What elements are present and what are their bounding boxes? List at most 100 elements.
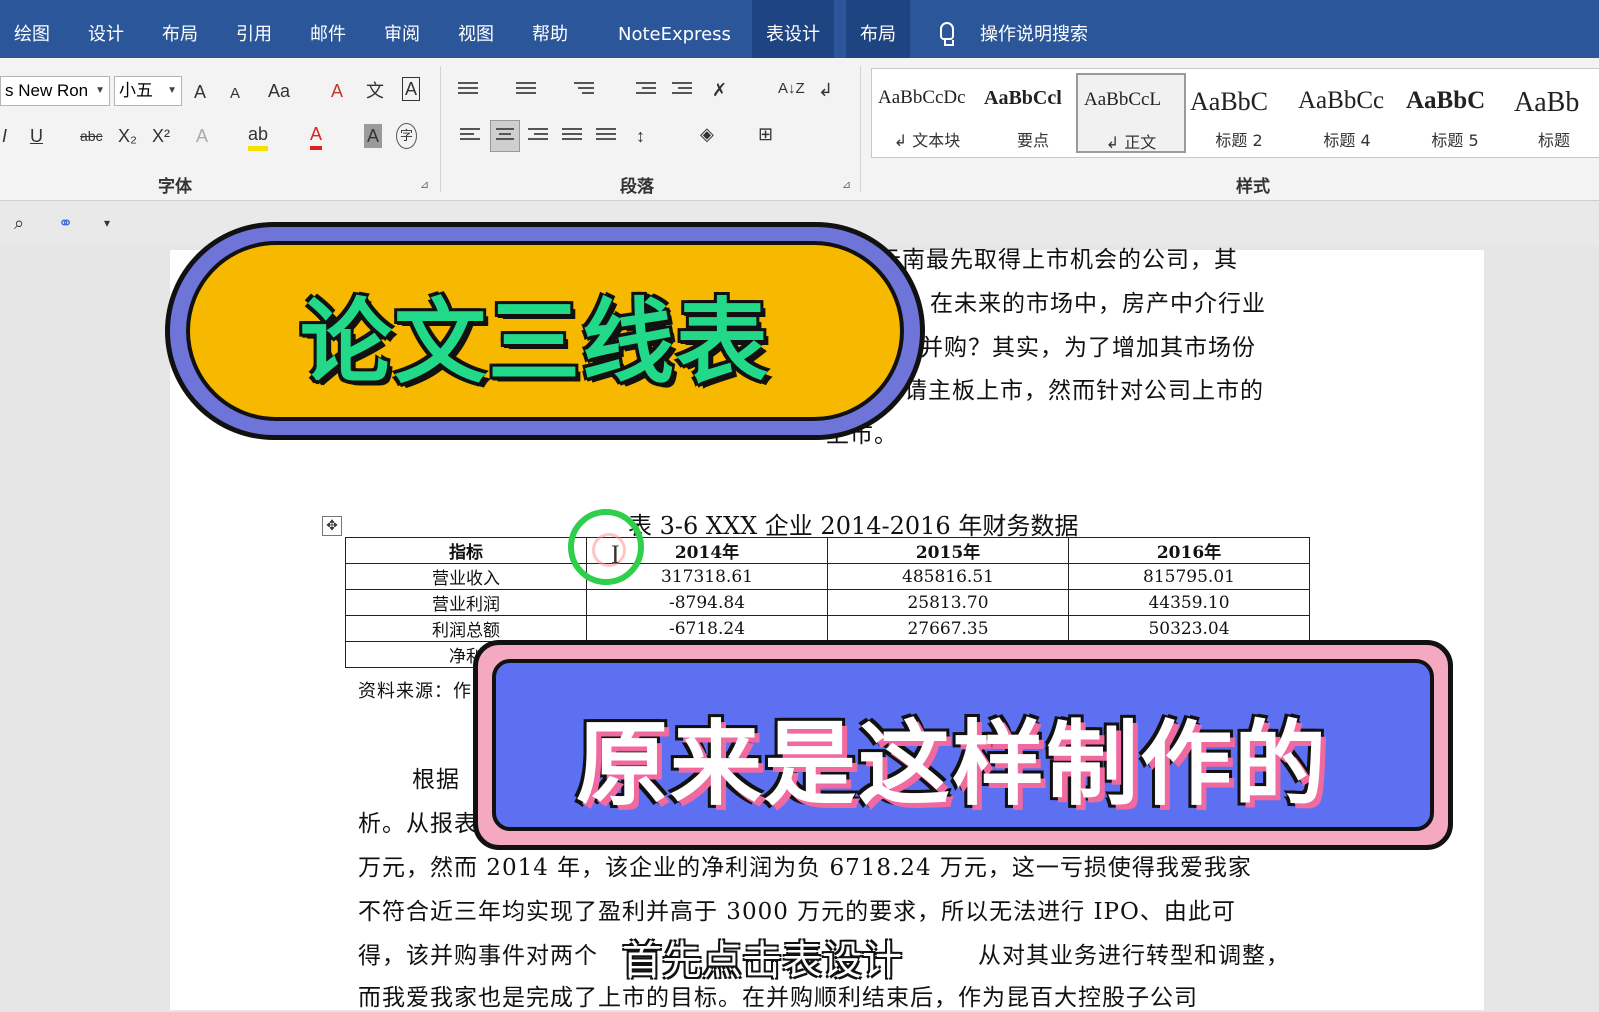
style-item[interactable]: AaBbC 标题 2 — [1184, 73, 1294, 153]
style-name: 标题 4 — [1323, 131, 1371, 150]
video-caption: 首先点击表设计 — [622, 938, 902, 984]
body-line: 并购？其实，为了增加其市场份 — [920, 335, 1256, 361]
ribbon-tab-bar: 绘图 设计 布局 引用 邮件 审阅 视图 帮助 NoteExpress 表设计 … — [0, 0, 1599, 58]
line-spacing-icon[interactable]: ↕ — [636, 124, 645, 148]
table-cell[interactable]: 营业利润 — [345, 589, 587, 616]
bullets-icon[interactable] — [458, 82, 478, 98]
table-cell[interactable]: 25813.70 — [827, 589, 1069, 616]
tab-table-design[interactable]: 表设计 — [752, 0, 834, 58]
style-name: 要点 — [1016, 131, 1049, 150]
table-row: 营业收入 317318.61 485816.51 815795.01 — [345, 563, 1310, 590]
tab-noteexpress[interactable]: NoteExpress — [618, 0, 731, 58]
justify-icon[interactable] — [562, 128, 582, 144]
borders-icon[interactable]: ⊞ — [758, 122, 773, 146]
style-name: 标题 — [1537, 131, 1570, 150]
font-name-value: s New Ron — [5, 81, 89, 100]
table-cell[interactable]: 利润总额 — [345, 615, 587, 642]
table-cell[interactable]: 营业收入 — [345, 563, 587, 590]
table-move-handle-icon[interactable]: ✥ — [322, 516, 342, 536]
style-name: 标题 2 — [1215, 131, 1263, 150]
tab-references[interactable]: 引用 — [236, 0, 272, 58]
style-item[interactable]: AaBb 标题 — [1508, 73, 1599, 153]
lightbulb-icon — [940, 22, 954, 46]
align-left-icon[interactable] — [460, 128, 480, 144]
font-name-select[interactable]: s New Ron ▼ — [0, 76, 110, 106]
style-sample: AaBbC — [1406, 87, 1486, 114]
style-item[interactable]: AaBbCc 标题 4 — [1292, 73, 1402, 153]
table-header-cell[interactable]: 2016年 — [1068, 537, 1310, 564]
style-item[interactable]: AaBbCcl 要点 — [978, 73, 1088, 153]
table-cell[interactable]: 815795.01 — [1068, 563, 1310, 590]
increase-indent-icon[interactable] — [672, 82, 692, 98]
font-group-label: 字体 — [158, 177, 192, 197]
character-shading-button[interactable]: A — [364, 124, 383, 148]
overlay-title: 论文三线表 — [300, 289, 771, 396]
align-center-icon[interactable] — [490, 120, 520, 152]
customize-toolbar-icon[interactable]: ▾ — [104, 211, 110, 235]
chevron-down-icon: ▼ — [95, 85, 105, 96]
tab-view[interactable]: 视图 — [458, 0, 494, 58]
style-item[interactable]: AaBbC 标题 5 — [1400, 73, 1510, 153]
chinese-layout-icon[interactable]: ✗ — [712, 78, 727, 102]
sort-button[interactable]: A↓Z — [778, 77, 805, 101]
click-highlight-circle — [568, 509, 644, 585]
underline-button[interactable]: U — [30, 124, 43, 148]
superscript-button[interactable]: X² — [152, 124, 170, 148]
decrease-indent-icon[interactable] — [636, 82, 656, 98]
tab-mailings[interactable]: 邮件 — [310, 0, 346, 58]
tab-draw[interactable]: 绘图 — [14, 0, 50, 58]
collaborate-icon[interactable]: ⚭ — [58, 211, 73, 235]
style-item[interactable]: AaBbCcL ↲ 正文 — [1076, 73, 1186, 153]
tab-help[interactable]: 帮助 — [532, 0, 568, 58]
table-header-cell[interactable]: 指标 — [345, 537, 587, 564]
enclose-characters-button[interactable]: 字 — [396, 123, 418, 149]
shading-icon[interactable]: ◈ — [700, 122, 714, 146]
source-note: 资料来源：作 — [358, 681, 472, 702]
tell-me-search[interactable]: 操作说明搜索 — [980, 0, 1088, 58]
table-cell[interactable]: 485816.51 — [827, 563, 1069, 590]
style-sample: AaBb — [1514, 87, 1580, 118]
character-border-button[interactable]: A — [402, 77, 421, 101]
table-cell[interactable]: -6718.24 — [586, 615, 828, 642]
phonetic-guide-button[interactable]: 文 — [366, 79, 384, 103]
italic-button[interactable]: I — [2, 124, 7, 148]
subscript-button[interactable]: X₂ — [118, 124, 137, 148]
change-case-button[interactable]: Aa — [268, 79, 290, 103]
print-preview-icon[interactable]: ⌕ — [14, 211, 24, 235]
body-line: 从对其业务进行转型和调整， — [978, 943, 1290, 969]
highlight-color-button[interactable]: ab — [248, 122, 269, 151]
table-cell[interactable]: -8794.84 — [586, 589, 828, 616]
table-row: 利润总额 -6718.24 27667.35 50323.04 — [345, 615, 1310, 642]
tab-table-layout[interactable]: 布局 — [846, 0, 910, 58]
chevron-down-icon: ▼ — [167, 85, 177, 96]
style-name: 标题 5 — [1431, 131, 1479, 150]
font-dialog-launcher-icon[interactable]: ⊿ — [420, 178, 429, 191]
table-cell[interactable]: 44359.10 — [1068, 589, 1310, 616]
body-line: 万元，然而 2014 年，该企业的净利润为负 6718.24 万元，这一亏损使得… — [358, 855, 1252, 881]
grow-font-button[interactable]: A — [194, 80, 206, 104]
tab-review[interactable]: 审阅 — [384, 0, 420, 58]
numbering-icon[interactable] — [516, 82, 536, 98]
font-size-select[interactable]: 小五 ▼ — [114, 76, 182, 106]
show-marks-icon[interactable]: ↲ — [818, 78, 833, 102]
text-effects-button[interactable]: A — [196, 124, 208, 148]
distributed-icon[interactable] — [596, 128, 616, 144]
overlay-subtitle: 原来是这样制作的 — [576, 711, 1329, 818]
tab-layout[interactable]: 布局 — [162, 0, 198, 58]
font-color-button[interactable]: A — [310, 122, 323, 150]
table-header-cell[interactable]: 2015年 — [827, 537, 1069, 564]
strikethrough-button[interactable]: abc — [80, 124, 103, 148]
style-item[interactable]: AaBbCcDc ↲ 文本块 — [872, 73, 982, 153]
table-cell[interactable]: 27667.35 — [827, 615, 1069, 642]
paragraph-dialog-launcher-icon[interactable]: ⊿ — [842, 178, 851, 191]
table-caption: 表 3-6 XXX 企业 2014-2016 年财务数据 — [628, 512, 1079, 540]
text-cursor-icon: I — [611, 540, 620, 569]
group-divider — [860, 66, 861, 192]
clear-formatting-button[interactable]: A — [331, 79, 343, 103]
multilevel-list-icon[interactable] — [574, 82, 594, 98]
style-sample: AaBbCcDc — [878, 87, 966, 108]
shrink-font-button[interactable]: A — [230, 82, 240, 106]
align-right-icon[interactable] — [528, 128, 548, 144]
table-cell[interactable]: 50323.04 — [1068, 615, 1310, 642]
tab-design[interactable]: 设计 — [88, 0, 124, 58]
